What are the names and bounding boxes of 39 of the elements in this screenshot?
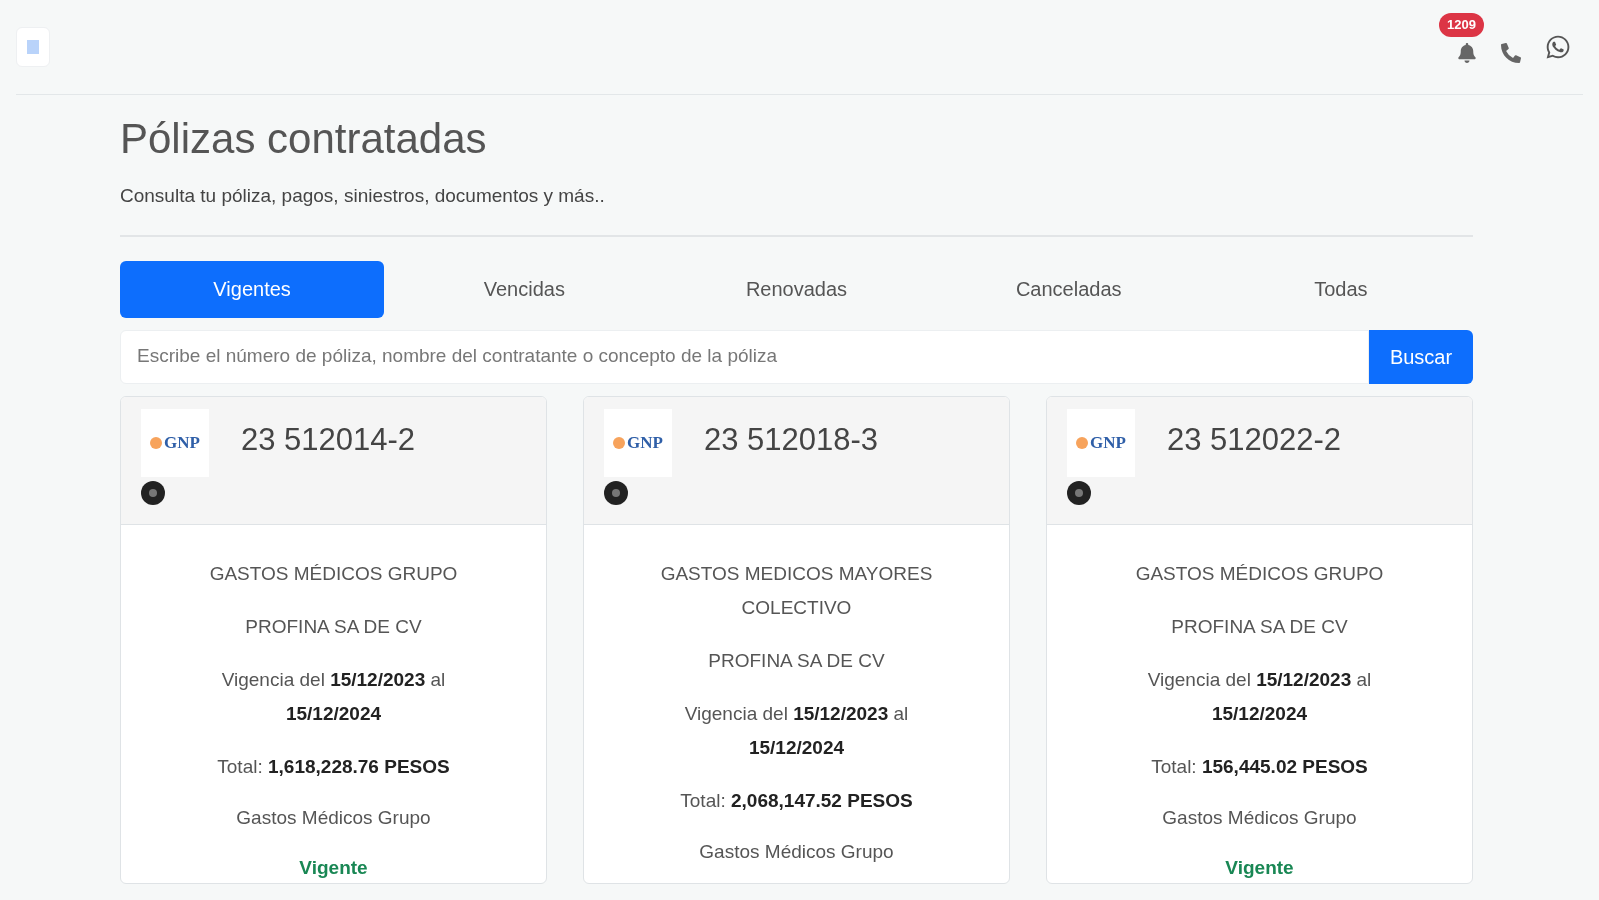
total-text: Total: 1,618,228.76 PESOS xyxy=(217,755,450,779)
policy-number: 23 512014-2 xyxy=(241,420,416,459)
policy-number: 23 512018-3 xyxy=(704,420,879,459)
product-name: GASTOS MÉDICOS GRUPO xyxy=(1135,561,1384,586)
product-name: GASTOS MEDICOS MAYORES COLECTIVO xyxy=(659,561,934,620)
policy-number: 23 512022-2 xyxy=(1167,420,1342,459)
policy-card[interactable]: GNP 23 512014-2 GASTOS MÉDICOS GRUPO PROFINA SA DE CV Vigencia del 15/12/2023 al 15/12/2024 Total: 1,618,228.76 PESOS Gastos Médicos Grupo Vigente xyxy=(120,395,547,884)
policy-holder: PROFINA SA DE CV xyxy=(1171,614,1348,639)
search-button[interactable]: Buscar xyxy=(1369,329,1473,384)
page-subtitle: Consulta tu póliza, pagos, siniestros, documentos y más.. xyxy=(120,184,606,208)
validity-text: Vigencia del 15/12/2023 al 15/12/2024 xyxy=(220,668,447,726)
insurer-logo: GNP xyxy=(604,408,672,477)
search-field[interactable]: Escribe el número de póliza, nombre del contratante o concepto de la póliza xyxy=(120,329,1369,384)
tab[interactable]: Renovadas xyxy=(664,260,929,318)
total-text: Total: 156,445.02 PESOS xyxy=(1151,755,1368,779)
total-text: Total: 2,068,147.52 PESOS xyxy=(680,789,913,813)
status-text: Vigente xyxy=(299,856,368,880)
tab[interactable]: Vigentes xyxy=(120,260,385,318)
category-text: Gastos Médicos Grupo xyxy=(1162,805,1357,830)
phone-icon[interactable] xyxy=(1501,43,1521,63)
policy-card[interactable]: GNP 23 512018-3 GASTOS MEDICOS MAYORES COLECTIVO PROFINA SA DE CV Vigencia del 15/12/2023 al 15/12/2024 Total: 2,068,147.52 PESOS Gastos Médicos Grupo xyxy=(583,395,1010,884)
validity-text: Vigencia del 15/12/2023 al 15/12/2024 xyxy=(1146,668,1373,726)
notification-badge: 1209 xyxy=(1439,13,1484,37)
bell-icon[interactable] xyxy=(1457,43,1477,63)
whatsapp-icon[interactable] xyxy=(1545,34,1571,60)
category-text: Gastos Médicos Grupo xyxy=(699,839,894,864)
tab[interactable]: Vencidas xyxy=(392,260,657,318)
status-text: Vigente xyxy=(1225,856,1294,880)
validity-text: Vigencia del 15/12/2023 al 15/12/2024 xyxy=(683,702,910,760)
policy-holder: PROFINA SA DE CV xyxy=(708,648,885,673)
category-text: Gastos Médicos Grupo xyxy=(236,805,431,830)
tab[interactable]: Todas xyxy=(1208,260,1473,318)
policy-card[interactable]: GNP 23 512022-2 GASTOS MÉDICOS GRUPO PROFINA SA DE CV Vigencia del 15/12/2023 al 15/12/2024 Total: 156,445.02 PESOS Gastos Médicos Grupo Vigente xyxy=(1046,395,1473,884)
insurer-logo: GNP xyxy=(1067,408,1135,477)
tab[interactable]: Canceladas xyxy=(936,260,1201,318)
insurer-logo: GNP xyxy=(141,408,209,477)
page-title: Pólizas contratadas xyxy=(120,114,488,164)
policy-holder: PROFINA SA DE CV xyxy=(245,614,422,639)
product-name: GASTOS MÉDICOS GRUPO xyxy=(209,561,458,586)
